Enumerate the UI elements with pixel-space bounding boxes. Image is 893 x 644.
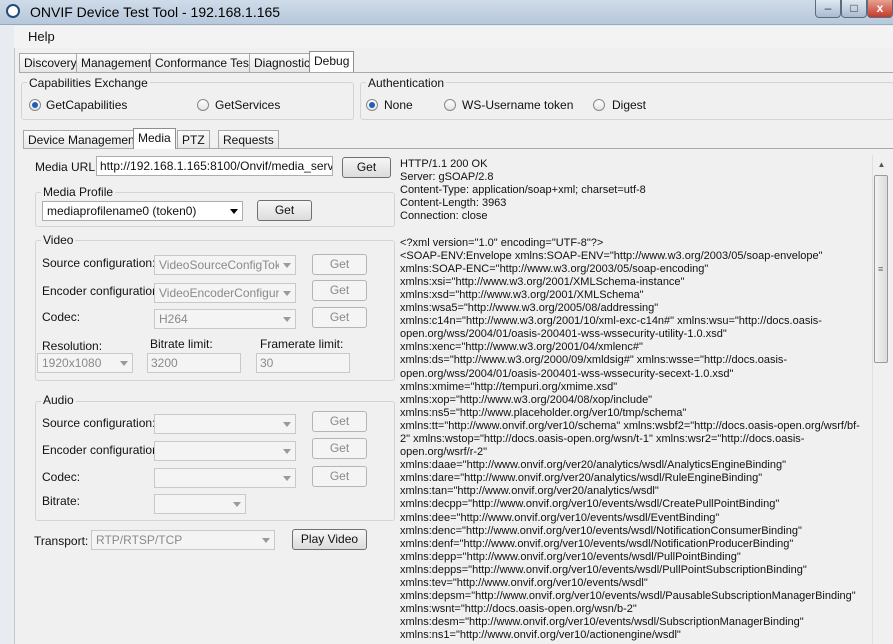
chevron-down-icon bbox=[283, 449, 291, 454]
chevron-down-icon bbox=[262, 538, 270, 543]
resolution-label: Resolution: bbox=[42, 339, 103, 353]
chevron-down-icon bbox=[233, 502, 241, 507]
audio-source-get-button[interactable]: Get bbox=[312, 411, 367, 432]
framerate-limit-input[interactable]: 30 bbox=[256, 353, 350, 373]
tab-discovery[interactable]: Discovery bbox=[19, 53, 82, 72]
chevron-down-icon bbox=[120, 361, 128, 366]
scrollbar-thumb[interactable]: ≡ bbox=[874, 175, 888, 363]
audio-source-select[interactable] bbox=[154, 414, 296, 434]
media-url-input[interactable]: http://192.168.1.165:8100/Onvif/media_se… bbox=[96, 156, 333, 176]
authentication-group-label: Authentication bbox=[366, 76, 447, 90]
audio-bitrate-label: Bitrate: bbox=[42, 494, 81, 508]
capabilities-group-label: Capabilities Exchange bbox=[27, 76, 150, 90]
subtab-device-management[interactable]: Device Management bbox=[23, 130, 144, 149]
transport-select[interactable]: RTP/RTSP/TCP bbox=[91, 530, 275, 550]
scroll-up-arrow-icon[interactable]: ▲ bbox=[873, 157, 890, 173]
audio-encoder-select[interactable] bbox=[154, 441, 296, 461]
getservices-radio[interactable] bbox=[197, 99, 209, 111]
subtab-media[interactable]: Media bbox=[133, 128, 176, 149]
auth-digest-radio[interactable] bbox=[593, 99, 605, 111]
auth-none-label: None bbox=[384, 98, 413, 112]
transport-value: RTP/RTSP/TCP bbox=[96, 533, 183, 547]
audio-codec-select[interactable] bbox=[154, 468, 296, 488]
audio-codec-label: Codec: bbox=[42, 470, 81, 484]
auth-digest-label: Digest bbox=[612, 98, 647, 112]
video-codec-label: Codec: bbox=[42, 310, 81, 324]
maximize-button[interactable]: □ bbox=[841, 0, 867, 18]
chevron-down-icon bbox=[283, 317, 291, 322]
tab-diagnostic[interactable]: Diagnostic bbox=[249, 53, 316, 72]
close-button[interactable]: x bbox=[867, 0, 893, 18]
chevron-down-icon bbox=[283, 476, 291, 481]
chevron-down-icon bbox=[283, 263, 291, 268]
media-profile-get-button[interactable]: Get bbox=[257, 200, 312, 221]
getservices-label: GetServices bbox=[215, 98, 281, 112]
audio-bitrate-select[interactable] bbox=[154, 494, 246, 514]
tab-debug[interactable]: Debug bbox=[309, 51, 355, 72]
response-text-pane[interactable]: HTTP/1.1 200 OK Server: gSOAP/2.8 Conten… bbox=[396, 155, 872, 644]
bitrate-limit-label: Bitrate limit: bbox=[150, 337, 213, 351]
audio-encoder-label: Encoder configuration: bbox=[42, 443, 163, 457]
minimize-button[interactable]: – bbox=[815, 0, 841, 18]
tab-management[interactable]: Management bbox=[76, 53, 157, 72]
title-bar: ONVIF Device Test Tool - 192.168.1.165 –… bbox=[0, 0, 893, 25]
chevron-down-icon bbox=[230, 209, 238, 214]
grip-icon: ≡ bbox=[878, 264, 884, 274]
getcapabilities-radio[interactable] bbox=[29, 99, 41, 111]
video-source-label: Source configuration: bbox=[42, 256, 156, 270]
media-profile-select[interactable]: mediaprofilename0 (token0) bbox=[42, 201, 243, 221]
play-video-button[interactable]: Play Video bbox=[292, 529, 367, 550]
chevron-down-icon bbox=[283, 291, 291, 296]
media-url-label: Media URL: bbox=[35, 160, 99, 174]
subtab-ptz[interactable]: PTZ bbox=[177, 130, 210, 149]
getcapabilities-label: GetCapabilities bbox=[46, 98, 128, 112]
subtab-requests[interactable]: Requests bbox=[218, 130, 279, 149]
resolution-select[interactable]: 1920x1080 bbox=[37, 353, 133, 373]
audio-source-label: Source configuration: bbox=[42, 416, 156, 430]
video-encoder-label: Encoder configuration: bbox=[42, 284, 163, 298]
video-codec-value: H264 bbox=[159, 312, 188, 326]
app-icon bbox=[6, 4, 20, 18]
video-encoder-get-button[interactable]: Get bbox=[312, 280, 367, 301]
media-url-get-button[interactable]: Get bbox=[342, 157, 391, 178]
video-codec-get-button[interactable]: Get bbox=[312, 307, 367, 328]
video-encoder-value: VideoEncoderConfiguration bbox=[159, 286, 279, 300]
video-source-select[interactable]: VideoSourceConfigToken bbox=[154, 255, 296, 275]
chevron-down-icon bbox=[283, 422, 291, 427]
tab-divider bbox=[19, 72, 893, 73]
transport-label: Transport: bbox=[34, 534, 89, 548]
auth-none-radio[interactable] bbox=[366, 99, 378, 111]
video-source-value: VideoSourceConfigToken bbox=[159, 258, 279, 272]
audio-group-label: Audio bbox=[41, 393, 76, 407]
video-source-get-button[interactable]: Get bbox=[312, 254, 367, 275]
video-encoder-select[interactable]: VideoEncoderConfiguration bbox=[154, 283, 296, 303]
auth-ws-username-label: WS-Username token bbox=[462, 98, 574, 112]
media-profile-value: mediaprofilename0 (token0) bbox=[47, 204, 197, 218]
video-group-label: Video bbox=[41, 233, 76, 247]
tab-conformance-test[interactable]: Conformance Test bbox=[150, 53, 258, 72]
framerate-limit-label: Framerate limit: bbox=[260, 337, 344, 351]
audio-encoder-get-button[interactable]: Get bbox=[312, 438, 367, 459]
response-scrollbar[interactable]: ▲ ≡ bbox=[872, 155, 890, 644]
menu-bar: Help bbox=[14, 26, 893, 48]
resolution-value: 1920x1080 bbox=[42, 356, 102, 370]
response-text: HTTP/1.1 200 OK Server: gSOAP/2.8 Conten… bbox=[400, 158, 860, 642]
menu-help[interactable]: Help bbox=[28, 29, 55, 44]
audio-codec-get-button[interactable]: Get bbox=[312, 466, 367, 487]
media-profile-group-label: Media Profile bbox=[41, 185, 116, 199]
video-codec-select[interactable]: H264 bbox=[154, 309, 296, 329]
bitrate-limit-input[interactable]: 3200 bbox=[147, 353, 241, 373]
window-title: ONVIF Device Test Tool - 192.168.1.165 bbox=[30, 4, 281, 20]
auth-ws-username-radio[interactable] bbox=[444, 99, 456, 111]
